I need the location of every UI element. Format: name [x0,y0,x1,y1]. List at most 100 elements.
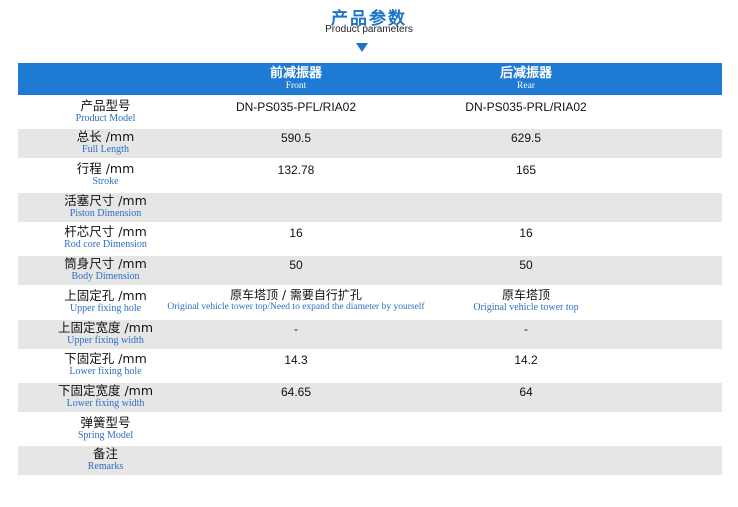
front-value: 132.78 [196,161,396,190]
table-row: 杆芯尺寸 /mm Rod core Dimension 16 16 [18,224,722,254]
row-label: 杆芯尺寸 /mm Rod core Dimension [18,224,193,253]
table-row: 活塞尺寸 /mm Piston Dimension [18,192,722,222]
row-label-zh: 杆芯尺寸 /mm [64,224,147,240]
front-value-text: - [294,321,298,336]
row-label-zh: 行程 /mm [76,161,135,177]
row-label-zh: 活塞尺寸 /mm [64,192,147,208]
rear-value-text [426,415,626,417]
rear-value: - [426,320,626,349]
front-value: 原车塔顶 / 需要自行扩孔 Original vehicle tower top… [136,288,456,317]
table-row: 上固定宽度 /mm Upper fixing width - - [18,319,722,349]
front-value: - [196,320,396,349]
row-label-zh: 总长 /mm [76,129,135,145]
front-value-text [196,193,396,195]
row-label-en: Spring Model [77,429,134,441]
rear-value [426,193,626,222]
rear-value-text: DN-PS035-PRL/RIA02 [465,99,587,114]
rear-value: 629.5 [426,129,626,158]
front-value: 590.5 [196,129,396,158]
header-label-cell [18,63,193,95]
row-label: 上固定宽度 /mm Upper fixing width [18,320,193,349]
front-value [196,193,396,222]
header-front: 前减振器 Front [196,63,396,95]
rear-value-text: 16 [519,226,533,241]
rear-value-text [426,446,626,448]
row-label-zh: 下固定宽度 /mm [57,382,154,398]
front-value-text: 132.78 [277,163,315,178]
front-value-text [196,446,396,448]
table-row: 弹簧型号 Spring Model [18,414,722,444]
front-value-text: 14.3 [284,353,308,368]
front-value [196,446,396,475]
row-label-zh: 筒身尺寸 /mm [64,256,147,272]
row-label-en: Lower fixing width [66,397,145,409]
rear-value-text: 14.2 [514,353,538,368]
row-label: 弹簧型号 Spring Model [18,415,193,444]
front-value-en: Original vehicle tower top/Need to expan… [167,301,425,312]
page-subtitle: Product parameters [325,24,413,35]
row-label-en: Body Dimension [71,271,140,283]
rear-value: 64 [426,383,626,412]
header-front-en: Front [285,81,307,91]
front-value: 64.65 [196,383,396,412]
rear-value-text: 64 [519,384,533,399]
front-value-text: DN-PS035-PFL/RIA02 [235,99,357,114]
row-label-en: Rod core Dimension [64,239,147,251]
rear-value: 16 [426,224,626,253]
front-value: 50 [196,256,396,285]
table-row: 行程 /mm Stroke 132.78 165 [18,161,722,191]
header-rear: 后减振器 Rear [426,63,626,95]
front-value-text: 16 [289,226,303,241]
table-row: 筒身尺寸 /mm Body Dimension 50 50 [18,256,722,286]
row-label-en: Stroke [92,176,119,188]
front-value-zh: 原车塔顶 / 需要自行扩孔 [230,287,362,302]
table-row: 下固定孔 /mm Lower fixing hole 14.3 14.2 [18,351,722,381]
row-label-en: Remarks [87,461,124,473]
row-label-en: Product Model [75,112,136,124]
row-label: 总长 /mm Full Length [18,129,193,158]
table-row: 下固定宽度 /mm Lower fixing width 64.65 64 [18,382,722,412]
rear-value-text: 50 [519,258,533,273]
front-value-text [196,415,396,417]
rear-value: 原车塔顶 Original vehicle tower top [426,288,626,317]
row-label: 备注 Remarks [18,446,193,475]
front-value-text: 64.65 [280,384,312,399]
table-header: 前减振器 Front 后减振器 Rear [18,63,722,95]
rear-value-en: Original vehicle tower top [473,301,579,313]
rear-value [426,415,626,444]
front-value: 14.3 [196,351,396,380]
header-rear-zh: 后减振器 [499,66,552,81]
header-rear-en: Rear [517,81,535,91]
table-row: 上固定孔 /mm Upper fixing hole 原车塔顶 / 需要自行扩孔… [18,287,722,317]
row-label-en: Lower fixing hole [69,366,142,378]
parameters-table: 前减振器 Front 后减振器 Rear 产品型号 Product Model … [18,63,722,476]
front-value: 16 [196,224,396,253]
rear-value-text: - [524,321,528,336]
rear-value-text: 629.5 [510,131,542,146]
front-value [196,415,396,444]
table-row: 总长 /mm Full Length 590.5 629.5 [18,129,722,159]
row-label-zh: 产品型号 [80,97,131,113]
rear-value-text [426,193,626,195]
rear-value-text: 165 [515,163,537,178]
row-label-zh: 弹簧型号 [80,414,131,430]
row-label-en: Piston Dimension [69,207,142,219]
row-label: 下固定孔 /mm Lower fixing hole [18,351,193,380]
rear-value: 165 [426,161,626,190]
row-label: 行程 /mm Stroke [18,161,193,190]
down-arrow-icon [356,43,368,52]
row-label-en: Full Length [82,144,129,156]
rear-value-zh: 原车塔顶 [501,287,550,302]
front-value: DN-PS035-PFL/RIA02 [196,98,396,127]
rear-value [426,446,626,475]
table-row: 产品型号 Product Model DN-PS035-PFL/RIA02 DN… [18,97,722,127]
front-value-text: 590.5 [280,131,312,146]
row-label: 产品型号 Product Model [18,98,193,127]
row-label: 活塞尺寸 /mm Piston Dimension [18,193,193,222]
front-value-text: 50 [289,258,303,273]
table-row: 备注 Remarks [18,446,722,476]
row-label: 筒身尺寸 /mm Body Dimension [18,256,193,285]
row-label-en: Upper fixing width [67,334,144,346]
header-front-zh: 前减振器 [269,66,322,81]
row-label-zh: 备注 [92,446,118,462]
